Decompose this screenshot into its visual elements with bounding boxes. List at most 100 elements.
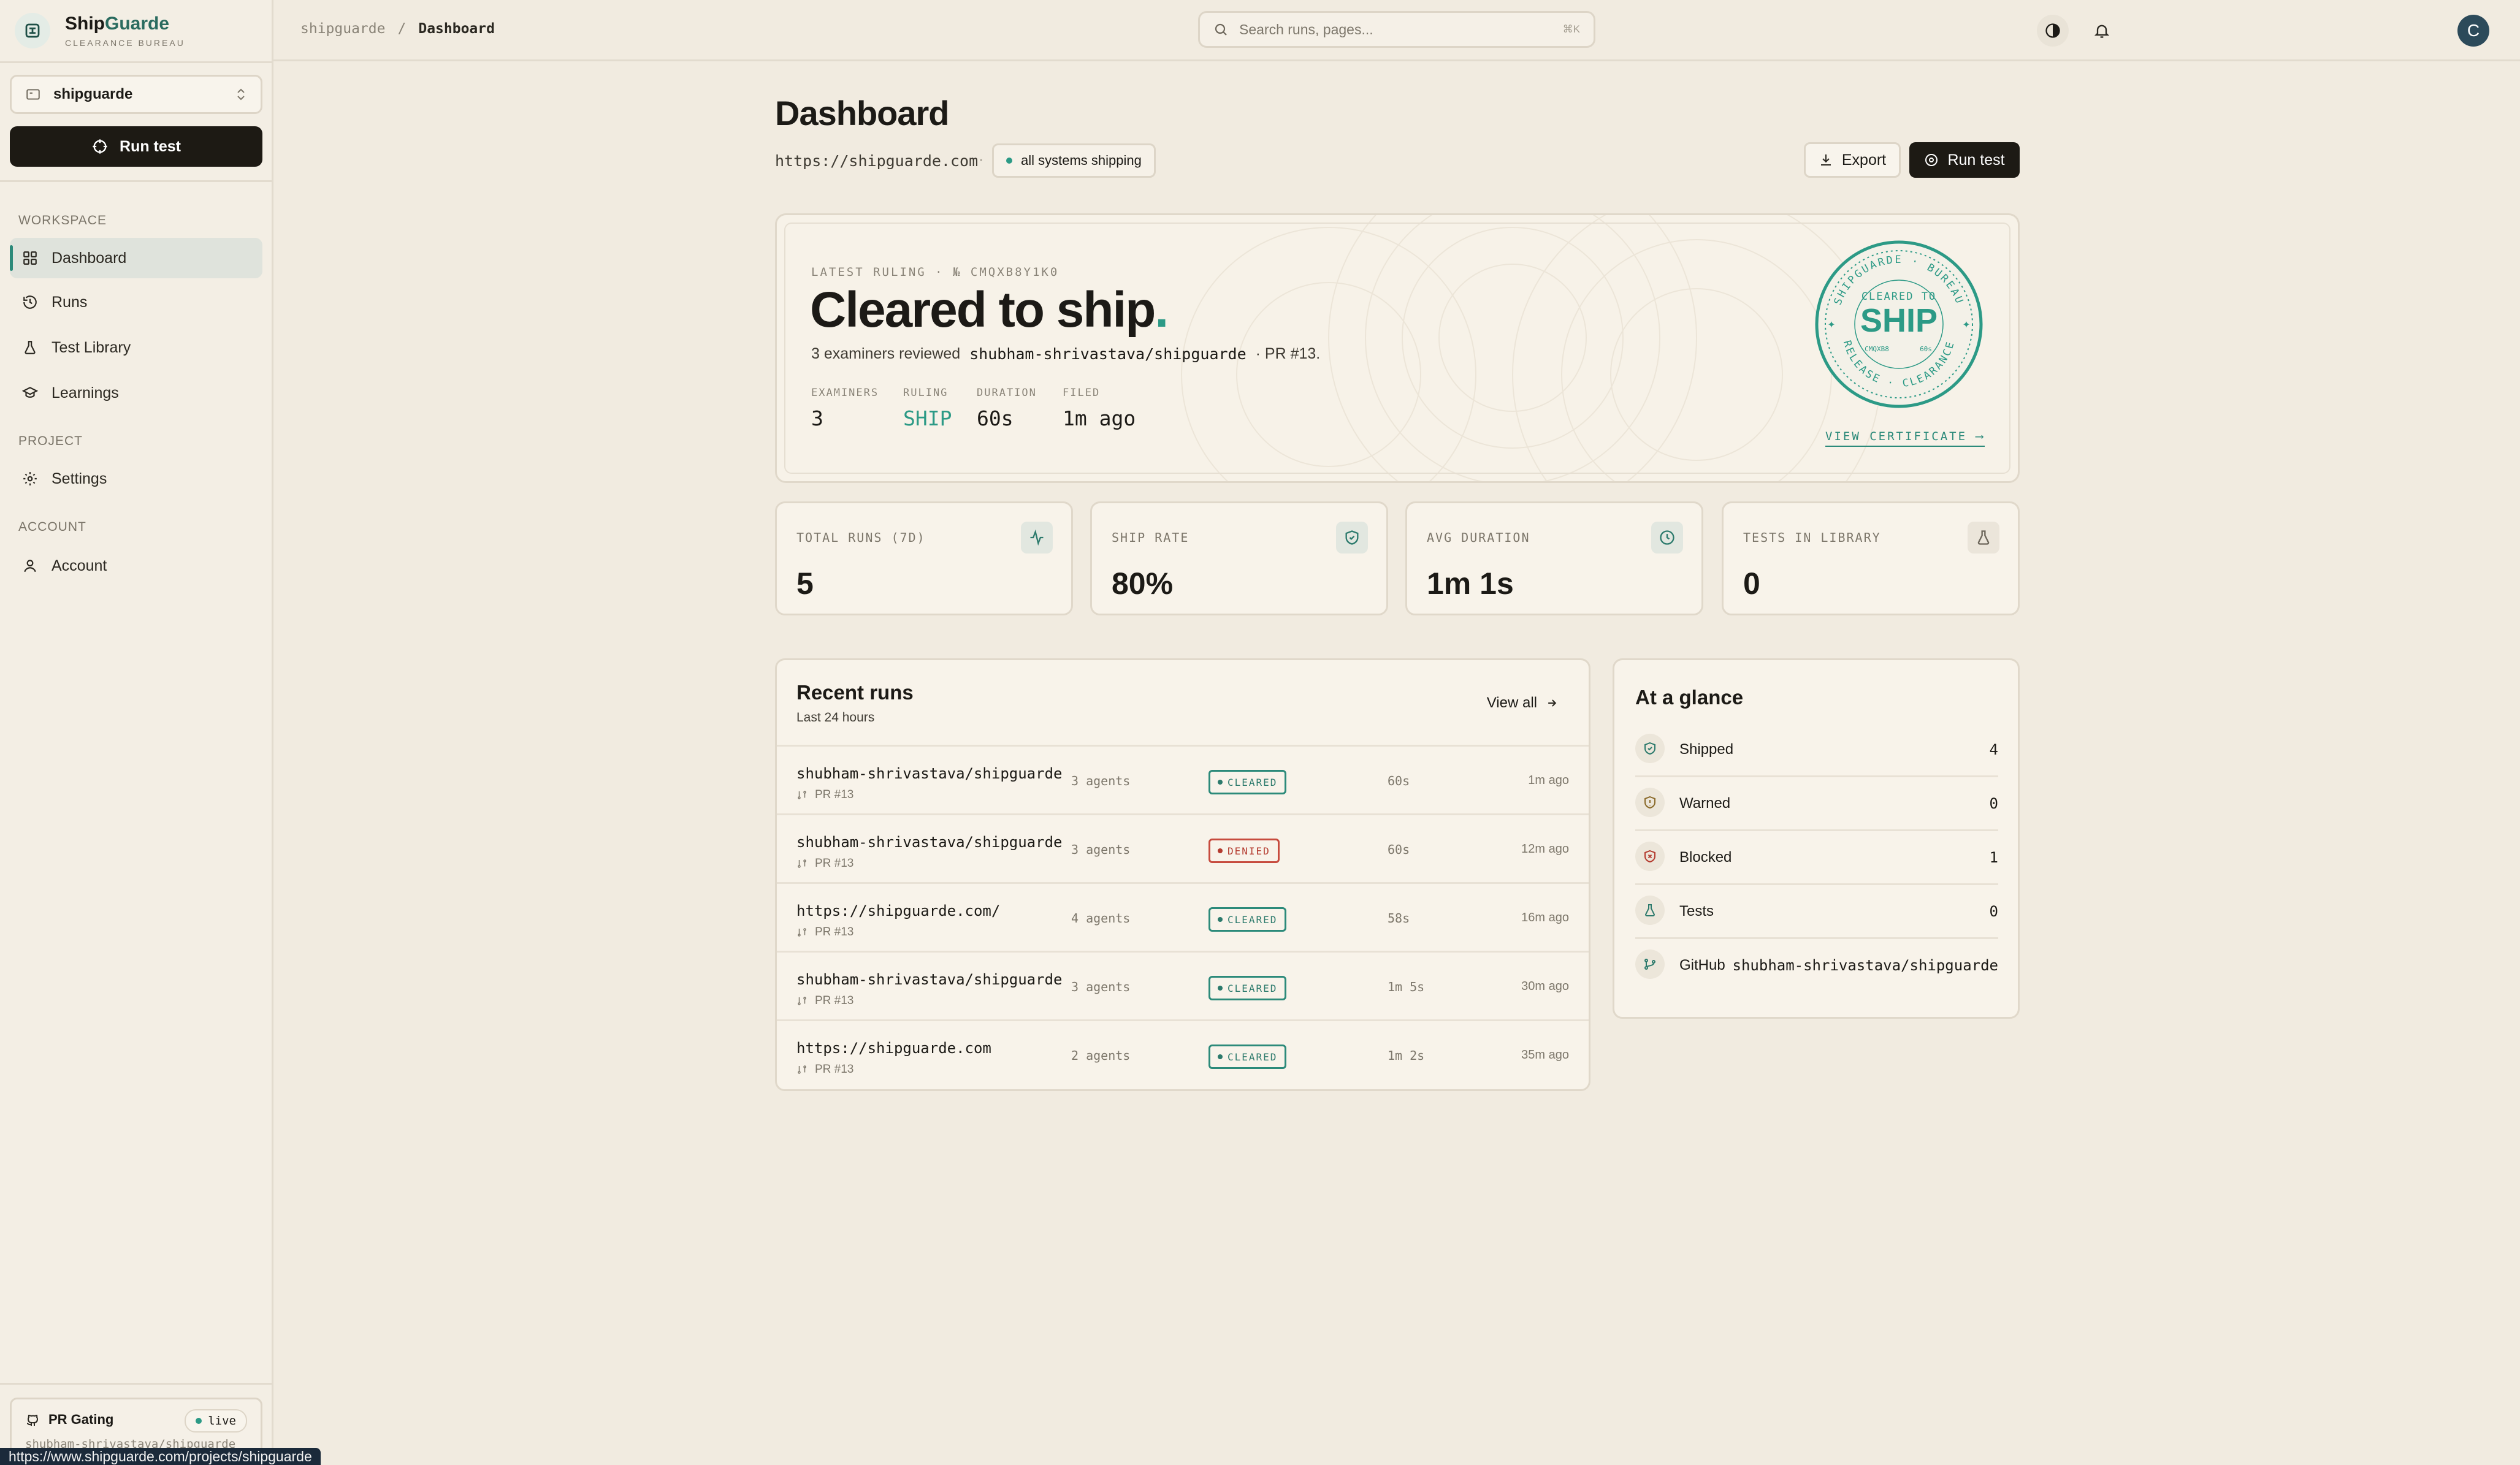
activity-icon [1021,522,1053,554]
theme-toggle-button[interactable] [2037,15,2069,47]
breadcrumb-separator: / [397,21,407,37]
graduation-cap-icon [22,385,38,401]
sidebar-item-account[interactable]: Account [10,546,262,586]
clock-icon [1651,522,1683,554]
status-badge: CLEARED [1208,907,1287,932]
export-button[interactable]: Export [1804,142,1901,178]
project-selector[interactable]: shipguarde [10,75,262,114]
link-preview-tooltip: https://www.shipguarde.com/projects/ship… [0,1448,321,1465]
view-certificate-link[interactable]: VIEW CERTIFICATE ⟶ [1825,430,1985,447]
stat-value: 80% [1112,566,1174,601]
pr-gating-panel[interactable]: PR Gating live shubham-shrivastava/shipg… [10,1398,262,1453]
table-row[interactable]: shubham-shrivastava/shipguarde PR #13 3 … [777,745,1589,815]
stat-card-tests-in-library: TESTS IN LIBRARY 0 [1722,501,2020,615]
run-time-ago: 30m ago [1521,980,1569,993]
pr-gating-title: PR Gating [48,1412,114,1427]
shipguarde-logo-icon [15,13,50,48]
brand[interactable]: ShipGuarde CLEARANCE BUREAU [15,9,185,53]
recent-runs-title: Recent runs [796,681,914,704]
view-all-link[interactable]: View all [1487,694,1558,712]
chevron-updown-icon [235,86,247,102]
pull-request-icon [798,1065,806,1074]
sidebar-item-dashboard[interactable]: Dashboard [10,238,262,278]
svg-text:CMQXB8: CMQXB8 [1865,345,1889,353]
sidebar-item-learnings[interactable]: Learnings [10,373,262,413]
glance-row-warned: Warned 0 [1635,775,1998,831]
run-agents: 3 agents [1071,980,1131,994]
table-row[interactable]: https://shipguarde.com PR #13 2 agents C… [777,1019,1589,1089]
recent-runs-card: Recent runs Last 24 hours View all shubh… [775,658,1590,1091]
sidebar-item-runs[interactable]: Runs [10,282,262,322]
table-row[interactable]: shubham-shrivastava/shipguarde PR #13 3 … [777,951,1589,1021]
crosshair-icon [91,138,109,155]
run-agents: 4 agents [1071,911,1131,926]
stat-value: 0 [1743,566,1760,601]
table-row[interactable]: https://shipguarde.com/ PR #13 4 agents … [777,882,1589,953]
search-input[interactable]: Search runs, pages... ⌘K [1198,11,1595,48]
stat-label: TOTAL RUNS (7D) [796,530,926,545]
glance-row-github[interactable]: GitHub shubham-shrivastava/shipguarde [1635,937,1998,991]
latest-ruling-card: LATEST RULING · № CMQXB8Y1K0 Cleared to … [775,213,2020,483]
site-url[interactable]: https://shipguarde.com [775,152,978,170]
sidebar-item-label: Dashboard [52,249,127,267]
ruling-description: 3 examiners reviewed shubham-shrivastava… [811,345,1321,363]
ruling-stat-duration: DURATION 60s [977,387,1037,430]
search-icon [1213,22,1228,37]
topbar: shipguarde / Dashboard Search runs, page… [273,0,2520,61]
brand-name: ShipGuarde [65,13,170,34]
user-icon [22,558,38,574]
project-name: shipguarde [53,86,133,102]
sidebar-item-test-library[interactable]: Test Library [10,327,262,368]
sidebar-item-settings[interactable]: Settings [10,459,262,499]
sidebar-item-label: Test Library [52,338,131,356]
pull-request-icon [798,928,806,937]
search-placeholder: Search runs, pages... [1239,21,1373,37]
live-dot [196,1418,202,1424]
svg-text:✦: ✦ [1962,320,1970,330]
run-pr: PR #13 [796,788,853,802]
run-repo: shubham-shrivastava/shipguarde [796,765,1063,782]
bell-icon [2093,22,2110,39]
sidebar-run-test-button[interactable]: Run test [10,126,262,167]
pull-request-icon [798,859,806,868]
nav-section-account: ACCOUNT [18,520,86,534]
shield-check-icon [1336,522,1368,554]
url-separator: · [979,151,984,168]
shield-alert-icon [1635,788,1665,817]
sidebar-divider [0,1383,273,1385]
arrow-right-icon [1546,697,1558,709]
run-test-button[interactable]: Run test [1909,142,2020,178]
sidebar-item-label: Learnings [52,384,119,401]
stat-value: 1m 1s [1427,566,1514,601]
sidebar-divider [0,180,273,182]
table-row[interactable]: shubham-shrivastava/shipguarde PR #13 3 … [777,813,1589,884]
gear-icon [22,471,38,487]
history-icon [22,294,38,310]
shield-check-icon [1635,734,1665,763]
status-text: all systems shipping [1021,153,1142,168]
breadcrumb-project[interactable]: shipguarde [300,21,385,37]
run-repo: shubham-shrivastava/shipguarde [796,971,1063,988]
ruling-stat-filed: FILED 1m ago [1063,387,1136,430]
breadcrumb: shipguarde / Dashboard [300,21,495,37]
run-duration: 60s [1388,774,1410,788]
notifications-button[interactable] [2086,15,2118,47]
folder-icon [25,86,41,102]
sidebar-run-test-label: Run test [120,137,181,155]
flask-icon [1635,896,1665,925]
stat-label: TESTS IN LIBRARY [1743,530,1881,545]
at-a-glance-card: At a glance Shipped 4 Warned 0 Blocked 1 Te… [1613,658,2020,1019]
run-duration: 1m 5s [1388,980,1425,994]
breadcrumb-current: Dashboard [418,21,495,37]
run-agents: 3 agents [1071,842,1131,857]
stat-card-ship-rate: SHIP RATE 80% [1090,501,1388,615]
glance-row-tests: Tests 0 [1635,883,1998,939]
flask-icon [1968,522,1999,554]
grid-icon [22,250,38,266]
avatar[interactable]: C [2457,15,2489,47]
pull-request-icon [798,791,806,799]
ruling-headline: Cleared to ship. [810,282,1169,338]
status-badge: DENIED [1208,839,1280,863]
svg-text:SHIP: SHIP [1860,302,1938,339]
ruling-stat-examiners: EXAMINERS 3 [811,387,879,430]
